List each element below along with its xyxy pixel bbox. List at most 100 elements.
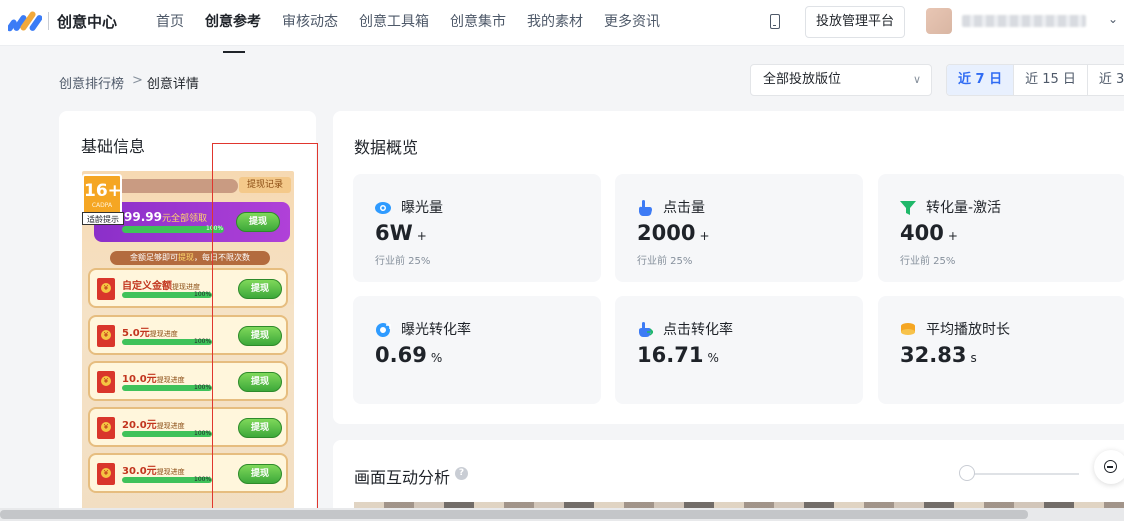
nav-item-4[interactable]: 创意集市: [450, 0, 506, 46]
app-name: 创意中心: [57, 12, 118, 31]
row-percent: 100%: [194, 430, 212, 437]
breadcrumb-parent[interactable]: 创意排行榜: [59, 73, 124, 92]
row-title: 20.0元提现进度: [122, 416, 185, 431]
placement-select[interactable]: 全部投放版位 ∨: [750, 64, 932, 96]
logo-divider: [48, 12, 49, 30]
metric-label: 点击转化率: [663, 322, 733, 338]
metric-rank: 行业前 25%: [637, 256, 693, 267]
banner-amount-suffix: 元全部领取: [161, 214, 207, 224]
metric-unit: %: [707, 351, 719, 365]
nav-item-0[interactable]: 首页: [156, 0, 184, 46]
data-overview-card: 数据概览 曝光量 6W + 行业前 25% 点击量 2000 + 行业前 25% 转化量-激活 4…: [333, 111, 1124, 424]
row-progress-label: 提现进度: [149, 330, 178, 338]
row-title: 30.0元提现进度: [122, 462, 185, 477]
nav-item-2[interactable]: 审核动态: [282, 0, 338, 46]
range-tab-1[interactable]: 近 15 日: [1014, 65, 1088, 95]
metric-unit: +: [699, 229, 710, 243]
row-percent: 100%: [194, 291, 212, 298]
metric-rank: 行业前 25%: [375, 256, 431, 267]
row-progress-label: 提现进度: [156, 376, 185, 384]
red-packet-icon: [97, 325, 115, 347]
row-title: 5.0元提现进度: [122, 324, 178, 339]
metric-value: 2000 +: [637, 221, 710, 245]
metric-card: 曝光量 6W + 行业前 25%: [353, 174, 601, 282]
row-title: 10.0元提现进度: [122, 370, 185, 385]
app-logo[interactable]: 创意中心: [8, 10, 117, 32]
scrollbar-thumb[interactable]: [0, 510, 1028, 519]
metric-label: 转化量-激活: [926, 200, 1002, 216]
row-percent: 100%: [194, 384, 212, 391]
metric-value: 16.71%: [637, 343, 719, 367]
metric-unit: +: [947, 229, 958, 243]
chevron-down-icon[interactable]: ⌄: [1108, 12, 1118, 26]
metric-card: 曝光转化率 0.69%: [353, 296, 601, 404]
chat-float-button[interactable]: [1094, 450, 1124, 484]
row-amount: 30.0元: [122, 466, 157, 477]
nav-item-6[interactable]: 更多资讯: [604, 0, 660, 46]
metric-card: 转化量-激活 400 + 行业前 25%: [878, 174, 1124, 282]
eye-icon: [375, 200, 391, 216]
row-progress-label: 提现进度: [172, 283, 200, 291]
red-packet-icon: [97, 278, 115, 300]
row-amount: 20.0元: [122, 420, 157, 431]
breadcrumb: 创意排行榜 > 创意详情: [59, 73, 199, 92]
breadcrumb-separator: >: [132, 73, 143, 88]
zoom-slider-track[interactable]: [967, 473, 1079, 475]
range-tab-0[interactable]: 近 7 日: [947, 65, 1015, 95]
metric-number: 6W: [375, 221, 413, 245]
metric-card: 平均播放时长 32.83 s: [878, 296, 1124, 404]
metric-number: 0.69: [375, 343, 427, 367]
basic-info-title: 基础信息: [81, 137, 146, 156]
horizontal-scrollbar[interactable]: [0, 508, 1124, 521]
exposure-rate-icon: [375, 322, 391, 338]
nav-item-1[interactable]: 创意参考: [205, 0, 261, 53]
nav-item-3[interactable]: 创意工具箱: [359, 0, 429, 46]
hint-prefix: 金额足够即可: [130, 253, 178, 262]
chevron-down-icon: ∨: [912, 73, 921, 86]
ad-platform-button[interactable]: 投放管理平台: [805, 6, 905, 38]
nav-item-5[interactable]: 我的素材: [527, 0, 583, 46]
row-amount: 自定义金额: [122, 281, 172, 292]
date-range-tabs: 近 7 日近 15 日近 30: [946, 64, 1124, 96]
metric-number: 2000: [637, 221, 696, 245]
zoom-slider-handle[interactable]: [959, 465, 975, 481]
metric-unit: +: [416, 229, 427, 243]
metric-card: 点击转化率 16.71%: [615, 296, 863, 404]
row-amount: 10.0元: [122, 374, 157, 385]
banner-amount-value: 99.99: [124, 210, 162, 224]
funnel-icon: [900, 200, 916, 216]
metric-label: 平均播放时长: [926, 322, 1010, 338]
interaction-analysis-title: 画面互动分析: [354, 468, 451, 487]
row-percent: 100%: [194, 476, 212, 483]
mobile-icon[interactable]: [770, 14, 780, 29]
row-percent: 100%: [194, 338, 212, 345]
top-navbar: 创意中心 首页 创意参考 审核动态 创意工具箱 创意集市 我的素材 更多资讯 投放管理平台 …: [0, 0, 1124, 53]
metric-value: 32.83 s: [900, 343, 977, 367]
red-packet-icon: [97, 463, 115, 485]
metric-value: 0.69%: [375, 343, 442, 367]
metric-number: 16.71: [637, 343, 704, 367]
help-icon[interactable]: ?: [455, 467, 468, 480]
metric-number: 400: [900, 221, 944, 245]
metric-rank: 行业前 25%: [900, 256, 956, 267]
user-name-blurred[interactable]: [962, 15, 1086, 27]
metric-label: 曝光量: [401, 200, 443, 216]
logo-icon: [8, 11, 42, 32]
range-tab-2[interactable]: 近 30: [1088, 65, 1124, 95]
metric-label: 曝光转化率: [401, 322, 471, 338]
age-rating: 16+: [84, 181, 122, 201]
age-rating-org: CADPA: [91, 202, 113, 209]
highlight-frame: [212, 143, 318, 513]
main-nav: 首页 创意参考 审核动态 创意工具箱 创意集市 我的素材 更多资讯: [156, 0, 681, 53]
user-avatar[interactable]: [926, 8, 952, 34]
age-tip-label: 适龄提示: [82, 212, 124, 225]
placement-select-value: 全部投放版位: [763, 72, 842, 87]
row-progress-label: 提现进度: [156, 468, 185, 476]
metric-value: 6W +: [375, 221, 427, 245]
row-amount: 5.0元: [122, 328, 150, 339]
click-rate-icon: [637, 322, 655, 338]
row-progress-label: 提现进度: [156, 422, 185, 430]
metric-card: 点击量 2000 + 行业前 25%: [615, 174, 863, 282]
red-packet-icon: [97, 417, 115, 439]
metric-value: 400 +: [900, 221, 958, 245]
